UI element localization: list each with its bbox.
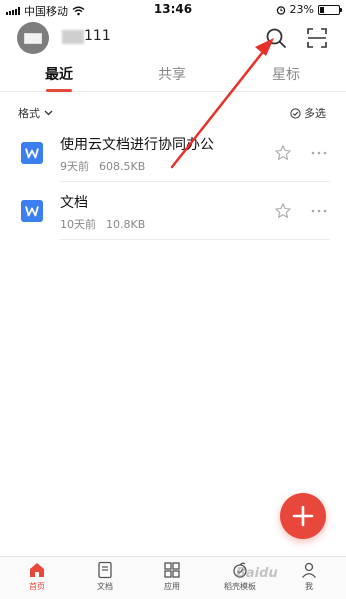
file-time: 9天前 xyxy=(60,160,89,173)
nav-label: 稻壳模板 xyxy=(224,582,256,591)
tab-shared[interactable]: 共享 xyxy=(132,64,212,84)
file-meta: 9天前 608.5KB xyxy=(60,158,145,174)
file-time: 10天前 xyxy=(60,218,96,231)
watermark: Baidu xyxy=(236,566,278,581)
nav-label: 首页 xyxy=(29,582,45,591)
username-redaction xyxy=(62,30,84,44)
status-right: 23% xyxy=(276,3,342,16)
username: 111 xyxy=(84,28,111,44)
nav-label: 文档 xyxy=(97,582,113,591)
tab-bar: 最近 共享 星标 xyxy=(0,58,346,92)
more-options-icon[interactable] xyxy=(310,204,328,218)
search-icon[interactable] xyxy=(264,26,288,50)
format-filter-label: 格式 xyxy=(18,107,40,120)
create-new-button[interactable] xyxy=(280,493,326,539)
bottom-nav: 首页 文档 应用 稻壳模板 我 xyxy=(0,556,346,599)
file-size: 608.5KB xyxy=(99,160,146,173)
list-toolbar: 格式 多选 xyxy=(0,104,346,122)
file-name: 文档 xyxy=(60,195,88,211)
file-list: 使用云文档进行协同办公 9天前 608.5KB 文档 10天前 10.8KB xyxy=(0,124,346,240)
scan-icon[interactable] xyxy=(305,26,329,50)
battery-percent: 23% xyxy=(289,3,314,16)
tab-starred[interactable]: 星标 xyxy=(246,64,326,84)
nav-item-profile[interactable]: 我 xyxy=(286,561,332,592)
check-circle-icon xyxy=(290,107,301,119)
word-doc-icon xyxy=(21,142,43,164)
file-row[interactable]: 文档 10天前 10.8KB xyxy=(0,182,346,240)
apps-grid-icon xyxy=(164,562,180,578)
file-row[interactable]: 使用云文档进行协同办公 9天前 608.5KB xyxy=(0,124,346,182)
multi-select-button[interactable]: 多选 xyxy=(290,105,326,121)
file-name: 使用云文档进行协同办公 xyxy=(60,137,214,153)
star-icon[interactable] xyxy=(274,202,292,220)
nav-item-documents[interactable]: 文档 xyxy=(82,561,128,592)
nav-label: 我 xyxy=(305,582,313,591)
word-doc-icon xyxy=(21,200,43,222)
nav-item-apps[interactable]: 应用 xyxy=(149,561,195,592)
row-divider xyxy=(60,239,330,240)
app-header: 111 xyxy=(0,20,346,56)
user-avatar[interactable] xyxy=(17,22,49,54)
format-filter-button[interactable]: 格式 xyxy=(18,105,53,121)
tab-recent[interactable]: 最近 xyxy=(19,64,99,84)
plus-icon xyxy=(292,505,314,527)
home-icon xyxy=(30,563,44,577)
nav-item-home[interactable]: 首页 xyxy=(14,561,60,592)
multi-select-label: 多选 xyxy=(304,107,326,120)
alarm-icon xyxy=(276,5,285,15)
status-bar: 中国移动 13:46 23% xyxy=(0,0,346,20)
nav-label: 应用 xyxy=(164,582,180,591)
profile-icon xyxy=(302,562,316,578)
active-tab-indicator xyxy=(46,89,72,92)
file-size: 10.8KB xyxy=(106,218,146,231)
file-meta: 10天前 10.8KB xyxy=(60,216,145,232)
battery-icon xyxy=(318,4,342,15)
more-options-icon[interactable] xyxy=(310,146,328,160)
chevron-down-icon xyxy=(44,110,53,116)
document-icon xyxy=(98,561,112,579)
star-icon[interactable] xyxy=(274,144,292,162)
